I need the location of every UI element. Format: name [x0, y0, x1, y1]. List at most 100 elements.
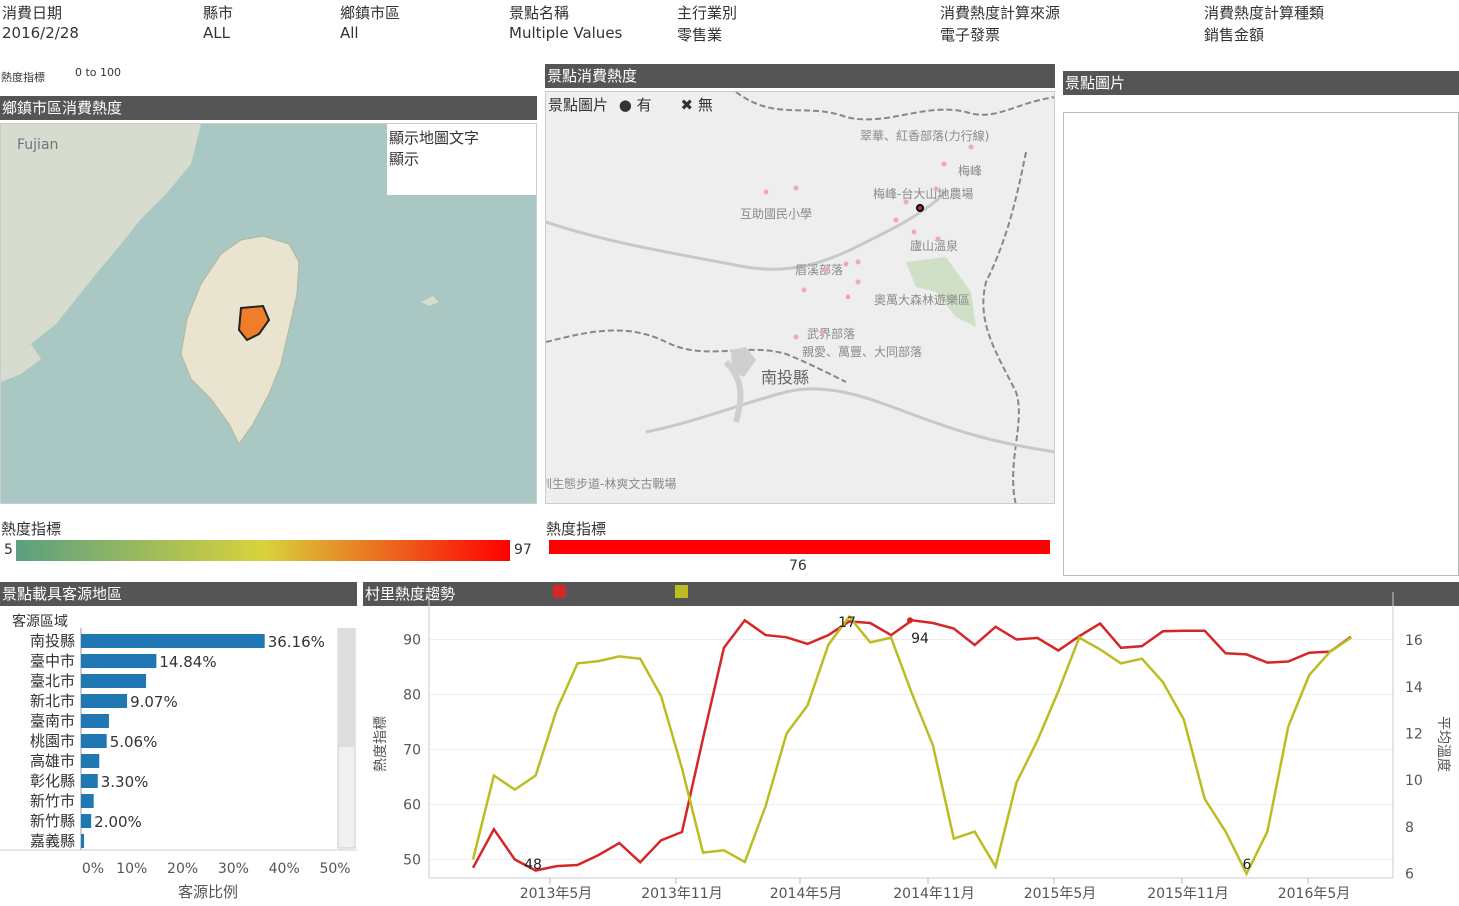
y-right-tick: 10 — [1405, 773, 1423, 789]
filter-label: 消費日期 — [2, 4, 63, 22]
spot-legend-value: 76 — [789, 558, 807, 574]
spot-marker[interactable] — [903, 199, 909, 205]
origin-bar-chart[interactable]: 南投縣 36.16% 臺中市 14.84% 臺北市新北市 9.07% 臺南市桃園市 5.06%… — [0, 628, 357, 906]
bar-value-label: 2.00% — [94, 813, 142, 831]
bar-category-label: 新竹市 — [30, 792, 75, 810]
y-left-tick: 60 — [403, 798, 421, 814]
x-tick: 2014年11月 — [893, 886, 974, 902]
bar-value-label: 36.16% — [268, 633, 325, 651]
filter-label: 消費熱度計算種類 — [1204, 4, 1325, 22]
spot-map[interactable]: 翠華、紅香部落(力行線) 梅峰 梅峰-台大山地農場 互助國民小學 廬山溫泉 眉溪部落 奧萬大… — [545, 91, 1055, 504]
legend-label[interactable]: 平均溫度 — [695, 583, 755, 601]
y-right-tick: 14 — [1405, 680, 1423, 696]
bar[interactable] — [81, 674, 147, 688]
filter-4[interactable]: 主行業別 零售業 — [677, 2, 737, 46]
filter-value[interactable]: 2016/2/28 — [2, 24, 79, 46]
bar[interactable] — [81, 814, 92, 828]
spot-marker[interactable] — [855, 279, 861, 285]
filter-label: 鄉鎮市區 — [340, 4, 401, 22]
bar[interactable] — [81, 714, 109, 728]
bar-x-tick: 30% — [218, 861, 249, 877]
filter-value[interactable]: 零售業 — [677, 24, 737, 46]
spot-marker[interactable] — [763, 189, 769, 195]
filter-value[interactable]: 銷售金額 — [1204, 24, 1324, 46]
spot-marker[interactable] — [793, 185, 799, 191]
spot-marker[interactable] — [941, 161, 947, 167]
x-tick: 2014年5月 — [770, 886, 843, 902]
filter-label: 主行業別 — [677, 4, 738, 22]
spot-marker[interactable] — [911, 229, 917, 235]
bar[interactable] — [81, 734, 107, 748]
bar[interactable] — [81, 754, 100, 768]
spot-marker[interactable] — [855, 259, 861, 265]
bar-category-label: 嘉義縣 — [30, 832, 75, 850]
filter-value[interactable]: All — [340, 24, 400, 46]
town-legend-title: 熱度指標 — [1, 520, 62, 538]
scrollbar-thumb[interactable] — [339, 629, 354, 747]
bar[interactable] — [81, 834, 85, 848]
spot-legend-yes[interactable]: 有 — [637, 96, 652, 114]
legend-label[interactable]: 熱度指標 — [573, 583, 633, 601]
bar[interactable] — [81, 634, 265, 648]
spot-marker[interactable] — [819, 329, 825, 335]
spot-marker[interactable] — [935, 236, 941, 242]
bar[interactable] — [81, 654, 157, 668]
filter-2[interactable]: 鄉鎮市區 All — [340, 2, 400, 46]
y-right-tick: 16 — [1405, 633, 1423, 649]
highlight-point[interactable] — [907, 617, 913, 624]
y-right-label: 平均溫度 — [1435, 716, 1451, 772]
spot-marker[interactable] — [933, 186, 939, 192]
spot-marker[interactable] — [843, 261, 849, 267]
spot-marker[interactable] — [793, 334, 799, 340]
legend-swatch[interactable] — [675, 585, 688, 598]
town-legend-max: 97 — [514, 542, 532, 558]
point-annotation: 48 — [524, 857, 542, 873]
spot-marker[interactable] — [823, 267, 829, 273]
place-label: 梅峰 — [958, 163, 982, 178]
map-text-toggle-label: 顯示地圖文字 — [389, 129, 480, 147]
spot-marker[interactable] — [893, 217, 899, 223]
bar[interactable] — [81, 794, 94, 808]
bar-value-label: 14.84% — [159, 653, 216, 671]
x-tick: 2013年5月 — [520, 886, 593, 902]
trend-line-chart[interactable]: 熱度指標 平均溫度50607080906810121416熱度指標 平均溫度2013… — [363, 582, 1459, 906]
series-line[interactable] — [471, 618, 1352, 872]
place-label: 廬山溫泉 — [910, 238, 958, 253]
spot-legend-no[interactable]: 無 — [698, 96, 713, 114]
spot-legend-bar — [549, 540, 1050, 554]
bar-x-tick: 0% — [82, 861, 104, 877]
filter-6[interactable]: 消費熱度計算種類銷售金額 — [1204, 2, 1324, 46]
bar-x-label: 客源比例 — [178, 883, 238, 901]
region-label: Fujian — [17, 137, 58, 153]
town-map[interactable]: Fujian 顯示地圖文字 顯示 — [0, 123, 537, 504]
filter-value[interactable]: 電子發票 — [940, 24, 1060, 46]
place-label: 武界部落 — [807, 326, 855, 341]
series-line[interactable] — [471, 614, 1352, 877]
point-annotation: 94 — [911, 631, 929, 647]
filter-value[interactable]: ALL — [203, 24, 233, 46]
place-label: 翠華、紅香部落(力行線) — [860, 128, 989, 143]
filter-3[interactable]: 景點名稱 Multiple Values — [509, 2, 622, 46]
spot-marker[interactable] — [801, 287, 807, 293]
bar[interactable] — [81, 694, 128, 708]
bar[interactable] — [81, 774, 98, 788]
y-left-tick: 80 — [403, 688, 421, 704]
spot-marker[interactable] — [968, 144, 974, 150]
legend-swatch[interactable] — [553, 585, 566, 598]
x-tick: 2015年11月 — [1147, 886, 1228, 902]
map-text-toggle-value[interactable]: 顯示 — [389, 148, 536, 169]
spot-legend-title: 熱度指標 — [546, 520, 607, 538]
y-right-tick: 8 — [1405, 820, 1414, 836]
filter-0[interactable]: 消費日期 2016/2/28 — [2, 2, 79, 46]
spot-legend-label: 景點圖片 — [548, 96, 609, 114]
filter-5[interactable]: 消費熱度計算來源 電子發票 — [940, 2, 1060, 46]
y-right-tick: 6 — [1405, 867, 1414, 883]
filter-1[interactable]: 縣市 ALL — [203, 2, 233, 46]
bar-category-label: 彰化縣 — [30, 772, 75, 790]
filter-value[interactable]: Multiple Values — [509, 24, 622, 46]
place-label: 互助國民小學 — [740, 207, 812, 221]
filter-label: 景點名稱 — [509, 4, 570, 22]
bar-category-label: 臺南市 — [30, 712, 75, 730]
heat-index-range[interactable]: 0 to 100 — [75, 66, 121, 79]
spot-marker[interactable] — [845, 294, 851, 300]
